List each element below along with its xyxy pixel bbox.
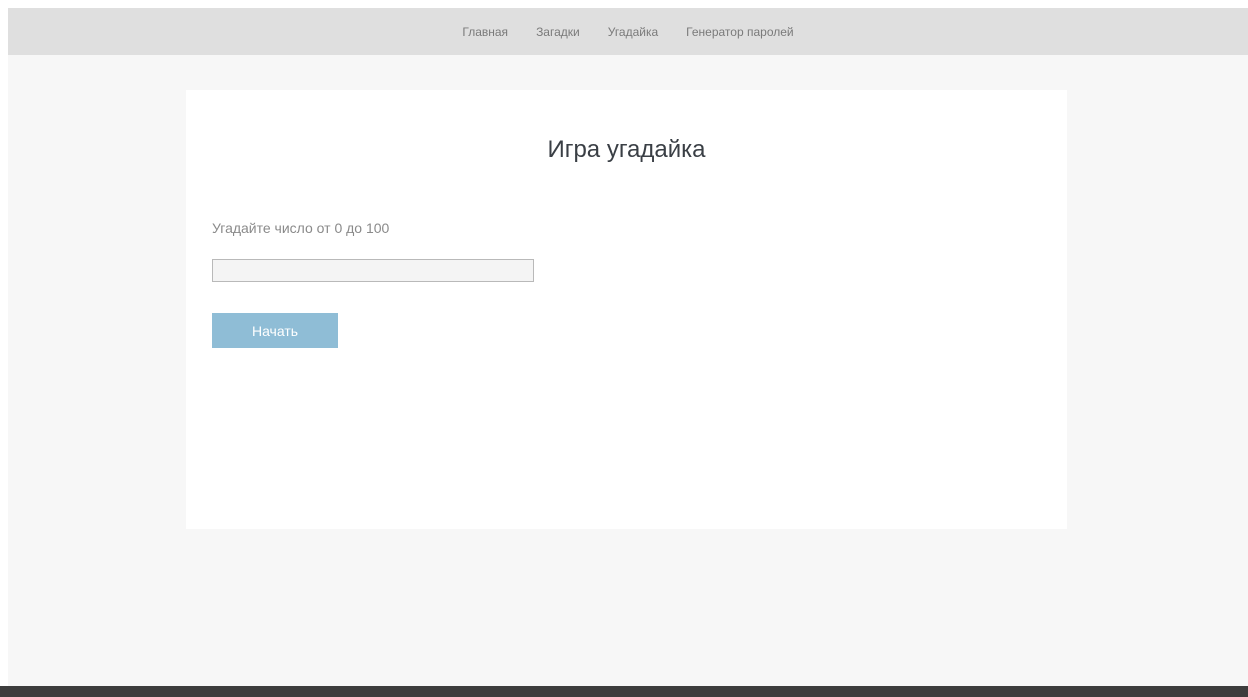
page-title: Игра угадайка bbox=[547, 136, 706, 163]
guess-prompt: Угадайте число от 0 до 100 bbox=[212, 220, 390, 236]
page-viewport: Главная Загадки Угадайка Генератор парол… bbox=[8, 8, 1248, 687]
nav-link-home[interactable]: Главная bbox=[462, 25, 508, 39]
nav-link-password-generator[interactable]: Генератор паролей bbox=[686, 25, 793, 39]
guess-input[interactable] bbox=[212, 259, 534, 282]
start-button[interactable]: Начать bbox=[212, 313, 338, 348]
nav-link-riddles[interactable]: Загадки bbox=[536, 25, 580, 39]
top-navigation: Главная Загадки Угадайка Генератор парол… bbox=[8, 8, 1248, 55]
nav-link-guess-game[interactable]: Угадайка bbox=[608, 25, 658, 39]
game-card: Игра угадайка Угадайте число от 0 до 100… bbox=[186, 90, 1067, 529]
footer-bar bbox=[0, 686, 1248, 697]
